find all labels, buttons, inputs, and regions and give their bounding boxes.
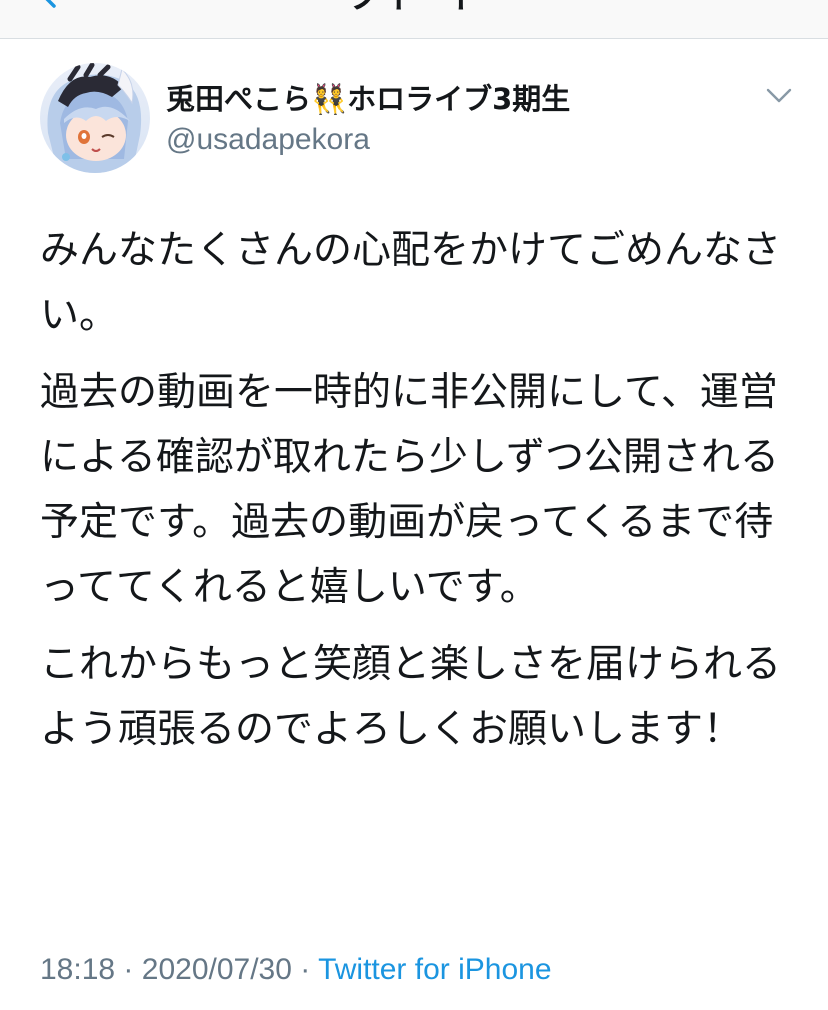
- author-name-row[interactable]: 兎田ぺこら👯ホロライブ3期生: [166, 79, 570, 119]
- tweet-metadata: 18:18 · 2020/07/30 · Twitter for iPhone: [40, 948, 552, 992]
- avatar[interactable]: [40, 63, 150, 173]
- tweet-text: みんなたくさんの心配をかけてごめんなさい。 過去の動画を一時的に非公開にして、運…: [40, 218, 800, 774]
- meta-separator: ·: [300, 953, 311, 986]
- navigation-bar: ツイート: [0, 0, 828, 39]
- tweet-time: 18:18: [40, 953, 116, 986]
- tweet-source-link[interactable]: Twitter for iPhone: [318, 953, 551, 986]
- nav-title: ツイート: [0, 0, 828, 14]
- meta-separator: ·: [123, 953, 134, 986]
- tweet-paragraph: これからもっと笑顔と楽しさを届けられるよう頑張るのでよろしくお願いします！: [40, 642, 782, 752]
- user-handle[interactable]: @usadapekora: [166, 120, 370, 160]
- tweet-paragraph: みんなたくさんの心配をかけてごめんなさい。: [40, 228, 782, 338]
- chevron-down-icon[interactable]: [765, 86, 793, 106]
- tweet-detail-screen: ツイート: [0, 0, 828, 1010]
- tweet-date: 2020/07/30: [141, 953, 292, 986]
- display-name[interactable]: 兎田ぺこら👯ホロライブ3期生: [166, 79, 570, 119]
- tweet-paragraph: 過去の動画を一時的に非公開にして、運営による確認が取れたら少しずつ公開される予定…: [40, 370, 780, 610]
